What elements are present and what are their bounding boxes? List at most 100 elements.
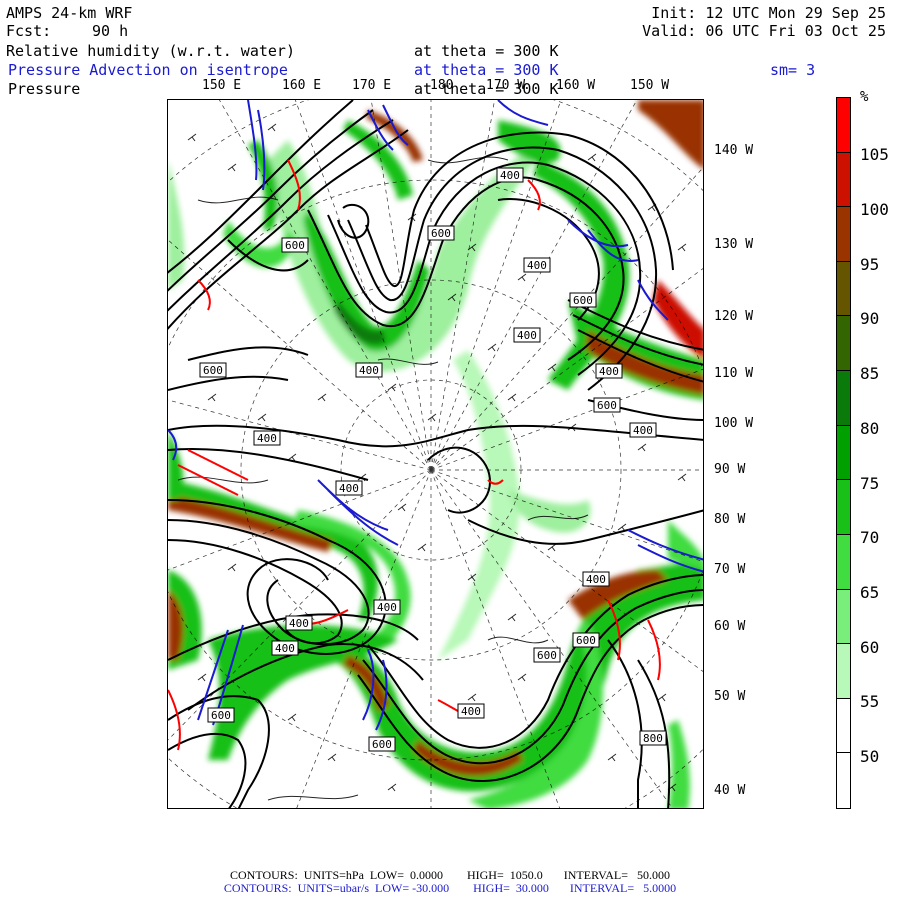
svg-text:400: 400 [377,601,397,614]
svg-text:400: 400 [500,169,520,182]
svg-text:400: 400 [586,573,606,586]
colorbar-tick [836,697,851,699]
svg-text:400: 400 [517,329,537,342]
humidity-band [668,720,690,808]
field-name-rh: Relative humidity (w.r.t. water) [6,42,295,60]
colorbar-segment [837,644,850,700]
svg-text:600: 600 [537,649,557,662]
colorbar-segment [837,316,850,372]
lon-label-right: 110 W [714,366,754,381]
init-time: Init: 12 UTC Mon 29 Sep 25 [651,4,886,22]
colorbar-segment [837,698,850,754]
colorbar-label: 95 [860,255,880,274]
contour-label: 600 [207,707,235,723]
colorbar-segment [837,534,850,591]
valid-time: Valid: 06 UTC Fri 03 Oct 25 [642,22,886,40]
lon-label-top: 170 E [352,78,392,93]
svg-text:600: 600 [285,239,305,252]
humidity-band [498,120,561,164]
colorbar-segment [837,425,850,481]
colorbar-tick [836,315,851,317]
lon-label-right: 140 W [714,143,754,158]
contour-label: 400 [523,257,551,273]
lon-label-top: 170 W [486,78,526,93]
colorbar-tick [836,370,851,372]
svg-text:400: 400 [633,424,653,437]
svg-text:400: 400 [289,617,309,630]
pressure-contour [168,424,703,448]
contour-label: 400 [629,422,657,438]
pressure-contour [187,346,309,361]
lon-label-top: 160 W [556,78,596,93]
colorbar-segment [837,261,850,317]
contour-label: 400 [454,704,480,718]
contour-label: 600 [533,647,561,663]
svg-text:600: 600 [203,364,223,377]
colorbar-unit: % [860,89,869,105]
contour-label: 800 [639,730,667,746]
colorbar-segment [837,480,850,536]
model-title: AMPS 24-km WRF [6,4,133,22]
lon-label-right: 120 W [714,309,754,324]
svg-text:400: 400 [359,364,379,377]
svg-text:600: 600 [211,709,231,722]
svg-text:800: 800 [643,732,663,745]
colorbar-label: 65 [860,583,880,602]
colorbar-label: 100 [860,200,889,219]
humidity-band [508,490,591,533]
colorbar-tick [836,643,851,645]
pressure-contour [427,446,491,514]
lon-label-right: 50 W [714,689,746,704]
contour-label: 400 [285,615,313,631]
map-panel: 600 600 400 400 400 600 400 600 400 400 … [167,99,704,809]
colorbar-tick [836,424,851,426]
colorbar-label: 70 [860,528,880,547]
lon-label-right: 60 W [714,619,746,634]
contour-label: 400 [513,327,541,343]
forecast-hours: 90 h [92,22,129,40]
svg-text:400: 400 [275,642,295,655]
lon-label-top: 150 E [202,78,242,93]
lon-label-right: 90 W [714,462,746,477]
contour-label: 400 [335,480,363,496]
colorbar-segment [837,98,850,154]
contour-label: 600 [368,736,396,752]
field-level-advection: at theta = 300 K [414,61,559,79]
contour-label: 400 [595,363,623,379]
lon-label-top: 150 W [630,78,670,93]
contour-label: 600 [199,362,227,378]
lon-label-right: 130 W [714,237,754,252]
lon-label-right: 100 W [714,416,754,431]
colorbar-label: 80 [860,419,880,438]
svg-text:400: 400 [527,259,547,272]
field-level-rh: at theta = 300 K [414,42,559,60]
contour-label: 400 [373,599,401,615]
colorbar-segment [837,371,850,427]
pressure-contour [168,375,289,391]
contour-label: 600 [572,632,600,648]
svg-text:400: 400 [257,432,277,445]
contour-label: 600 [281,237,309,253]
contour-label: 400 [496,167,524,183]
lon-label-top: 180 [430,78,454,93]
svg-text:600: 600 [576,634,596,647]
colorbar-tick [836,752,851,754]
colorbar-tick [836,588,851,590]
colorbar-label: 55 [860,692,880,711]
colorbar-label: 105 [860,145,889,164]
lon-label-right: 70 W [714,562,746,577]
lon-label-top: 160 E [282,78,322,93]
contour-label: 400 [271,640,299,656]
colorbar-segment [837,152,850,208]
humidity-band [638,100,703,169]
colorbar-tick [836,151,851,153]
colorbar-tick [836,260,851,262]
humidity-colorbar [836,97,851,809]
field-name-advection: Pressure Advection on isentrope [8,61,288,79]
contour-label: 600 [593,397,621,413]
svg-text:400: 400 [339,482,359,495]
svg-text:600: 600 [372,738,392,751]
contour-label: 600 [569,292,597,308]
colorbar-tick [836,479,851,481]
smoothing-label: sm= 3 [770,61,816,79]
